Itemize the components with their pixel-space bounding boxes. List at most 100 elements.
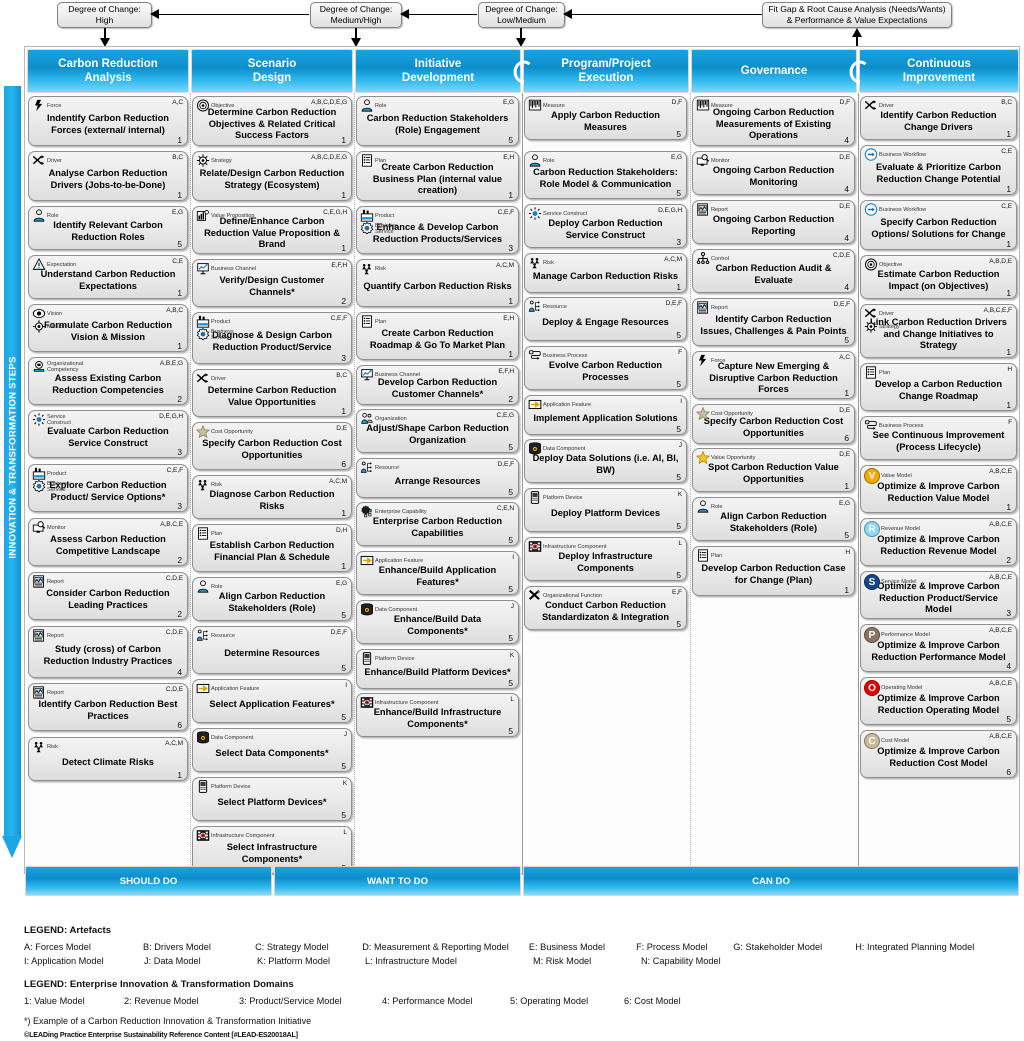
process-card[interactable]: Business Process F See Continuous Improvem… xyxy=(860,416,1017,460)
process-card[interactable]: Product Business Service C,E,F Enhance & De… xyxy=(356,206,519,254)
process-card[interactable]: Organization C,E,G Adjust/Shape Carbon Red… xyxy=(356,409,519,453)
process-card[interactable]: Data Component J Select Data Components* 5 xyxy=(192,728,352,772)
process-card[interactable]: Product Business Service C,E,F Explore Carb… xyxy=(28,464,188,512)
process-card[interactable]: V Value Model A,B,C,E Optimize & Improve Ca… xyxy=(860,465,1017,513)
process-card[interactable]: C Cost Model A,B,C,E Optimize & Improve Car… xyxy=(860,730,1017,778)
process-card[interactable]: Report C,D,E Consider Carbon Reduction Lea… xyxy=(28,572,188,620)
process-card[interactable]: Role E,G Align Carbon Reduction Stakeholde… xyxy=(192,577,352,621)
column-header-carbon-reduction-analysis[interactable]: Carbon Reduction Analysis xyxy=(27,49,189,93)
process-card[interactable]: Cost Opportunity D,E Specify Carbon Reduct… xyxy=(692,404,855,444)
column-header-initiative-development[interactable]: Initiative Development xyxy=(355,49,521,93)
process-card[interactable]: Service Construct D,E,G,H Evaluate Carbon … xyxy=(28,410,188,458)
column-separator-1 xyxy=(190,93,191,875)
process-card[interactable]: Force A,C Indentify Carbon Reduction Force… xyxy=(28,96,188,146)
process-card[interactable]: Enterprise Capability C,E,N Enterprise Car… xyxy=(356,502,519,546)
process-card[interactable]: Report D,E Ongoing Carbon Reduction Report… xyxy=(692,200,855,244)
process-card[interactable]: Measure D,F Ongoing Carbon Reduction Measu… xyxy=(692,96,855,146)
process-card[interactable]: Plan D,H Establish Carbon Reduction Financ… xyxy=(192,524,352,572)
process-card[interactable]: Business Workflow C,E Specify Carbon Reduc… xyxy=(860,200,1017,250)
process-card[interactable]: Control C,D,E Carbon Reduction Audit & Eva… xyxy=(692,249,855,293)
process-card[interactable]: Risk A,C,M Diagnose Carbon Reduction Risks… xyxy=(192,475,352,519)
process-card[interactable]: Plan H Develop a Carbon Reduction Change R… xyxy=(860,363,1017,411)
force-icon: Force xyxy=(696,354,725,367)
process-card[interactable]: Data Component J Enhance/Build Data Compon… xyxy=(356,600,519,644)
process-card[interactable]: Driver B,C Identify Carbon Reduction Chang… xyxy=(860,96,1017,140)
card-artefact-codes: E,F,H xyxy=(331,262,347,269)
process-card[interactable]: Platform Device K Deploy Platform Devices 5 xyxy=(524,488,687,532)
process-card[interactable]: Plan E,H Create Carbon Reduction Roadmap &… xyxy=(356,312,519,360)
process-card[interactable]: Data Component J Deploy Data Solutions (i.… xyxy=(524,439,687,483)
process-card[interactable]: Value Opportunity D,E Spot Carbon Reductio… xyxy=(692,448,855,492)
card-icon-group: Driver Strategy xyxy=(864,307,900,333)
process-card[interactable]: Business Channel E,F,H Develop Carbon Redu… xyxy=(356,365,519,405)
column-header-scenario-design[interactable]: Scenario Design xyxy=(191,49,353,93)
process-card[interactable]: P Performance Model A,B,C,E Optimize & Impr… xyxy=(860,624,1017,672)
process-card[interactable]: Monitor A,B,C,E Assess Carbon Reduction Co… xyxy=(28,518,188,566)
process-card[interactable]: S Service Model A,B,C,E Optimize & Improve … xyxy=(860,571,1017,619)
process-card[interactable]: Role E,G Identify Relevant Carbon Reductio… xyxy=(28,206,188,250)
process-card[interactable]: Report D,E,F Identify Carbon Reduction Iss… xyxy=(692,298,855,346)
process-card[interactable]: Cost Opportunity D,E Specify Carbon Reduct… xyxy=(192,422,352,470)
column-header-governance[interactable]: Governance xyxy=(691,49,857,93)
process-card[interactable]: Business Workflow C,E Evaluate & Prioritiz… xyxy=(860,145,1017,195)
process-card[interactable]: Platform Device K Enhance/Build Platform D… xyxy=(356,649,519,689)
risk-icon: Risk xyxy=(32,740,58,753)
process-card[interactable]: R Revenue Model A,B,C,E Optimize & Improve … xyxy=(860,518,1017,566)
process-card[interactable]: Driver B,C Determine Carbon Reduction Valu… xyxy=(192,369,352,417)
process-card[interactable]: Role E,G Align Carbon Reduction Stakeholde… xyxy=(692,497,855,541)
process-card[interactable]: Expectation C,E Understand Carbon Reductio… xyxy=(28,255,188,299)
process-card[interactable]: Application Feature I Enhance/Build Applic… xyxy=(356,551,519,595)
card-domain-number: 2 xyxy=(1006,555,1011,565)
process-card[interactable]: Vision Mission A,B,C Formulate Carbon Reduc… xyxy=(28,304,188,352)
process-card[interactable]: Report C,D,E Study (cross) of Carbon Reduc… xyxy=(28,626,188,678)
column-header-program-project-execution[interactable]: Program/Project Execution xyxy=(523,49,689,93)
process-card[interactable]: O Operating Model A,B,C,E Optimize & Improv… xyxy=(860,677,1017,725)
bottom-bar-want-to-do[interactable]: WANT TO DO xyxy=(274,866,521,896)
measure-icon: Measure xyxy=(696,99,733,112)
process-card[interactable]: Risk A,C,M Detect Climate Risks 1 xyxy=(28,737,188,781)
process-card[interactable]: Business Process F Evolve Carbon Reduction… xyxy=(524,346,687,390)
process-card[interactable]: Monitor D,E Ongoing Carbon Reduction Monit… xyxy=(692,151,855,195)
process-card[interactable]: Platform Device K Select Platform Devices*… xyxy=(192,777,352,821)
process-card[interactable]: Infrastructure Component L Deploy Infrastr… xyxy=(524,537,687,581)
process-card[interactable]: Role E,G Carbon Reduction Stakeholders (Ro… xyxy=(356,96,519,146)
process-card[interactable]: Driver B,C Analyse Carbon Reduction Driver… xyxy=(28,151,188,201)
process-card[interactable]: Resource D,E,F Arrange Resources 5 xyxy=(356,458,519,498)
process-card[interactable]: Resource D,E,F Determine Resources 5 xyxy=(192,626,352,674)
process-card[interactable]: Application Feature I Select Application F… xyxy=(192,679,352,723)
process-card[interactable]: Objective A,B,D,E Estimate Carbon Reductio… xyxy=(860,255,1017,299)
process-card[interactable]: Infrastructure Component L Enhance/Build I… xyxy=(356,693,519,737)
process-card[interactable]: Application Feature I Implement Applicatio… xyxy=(524,395,687,435)
process-card[interactable]: Risk A,C,M Quantify Carbon Reduction Risks… xyxy=(356,259,519,307)
process-card[interactable]: Value Proposition C,E,G,H Define/Enhance C… xyxy=(192,206,352,254)
bottom-bar-should-do[interactable]: SHOULD DO xyxy=(25,866,272,896)
process-card[interactable]: Product Business Service C,E,F Diagnose & D… xyxy=(192,312,352,364)
process-card[interactable]: Role E,G Carbon Reduction Stakeholders: Ro… xyxy=(524,151,687,199)
process-card[interactable]: Objective A,B,C,D,E,G Determine Carbon Red… xyxy=(192,96,352,146)
legend-entry: 3: Product/Service Model xyxy=(239,996,342,1006)
icon-type-label: Product xyxy=(211,318,231,325)
icon-type-label: Monitor xyxy=(47,524,66,531)
process-card[interactable]: Report C,D,E Identify Carbon Reduction Bes… xyxy=(28,683,188,731)
process-card[interactable]: Organizational Function E,F Conduct Carbon… xyxy=(524,586,687,630)
icon-type-label: Organizational Competency xyxy=(47,360,84,373)
process-card[interactable]: Strategy A,B,C,D,E,G Relate/Design Carbon … xyxy=(192,151,352,201)
o-model-icon: O Operating Model xyxy=(864,680,922,696)
bottom-bar-can-do[interactable]: CAN DO xyxy=(523,866,1019,896)
column-header-continuous-improvement[interactable]: Continuous Improvement xyxy=(859,49,1019,93)
process-card[interactable]: Plan H Develop Carbon Reduction Case for C… xyxy=(692,546,855,596)
card-domain-number: 1 xyxy=(508,190,513,200)
card-artefact-codes: A,B,C,E xyxy=(989,521,1012,528)
process-card[interactable]: Risk A,C,M Manage Carbon Reduction Risks 1 xyxy=(524,253,687,293)
process-card[interactable]: Driver Strategy A,B,C,E,F Link Carbon Reduc… xyxy=(860,304,1017,358)
legend-entry: F: Process Model xyxy=(636,942,708,952)
process-card[interactable]: Business Channel E,F,H Verify/Design Custo… xyxy=(192,259,352,307)
icon-type-label: Vision xyxy=(47,310,63,317)
process-card[interactable]: Resource D,E,F Deploy & Engage Resources 5 xyxy=(524,297,687,341)
process-card[interactable]: Force A,C Capture New Emerging & Disruptiv… xyxy=(692,351,855,399)
process-card[interactable]: Plan E,H Create Carbon Reduction Business … xyxy=(356,151,519,201)
process-card[interactable]: Organizational Competency A,B,E,G Assess E… xyxy=(28,357,188,405)
process-card[interactable]: Service Construct D,E,G,H Deploy Carbon Re… xyxy=(524,204,687,248)
business-workflow-icon: Business Workflow xyxy=(864,148,926,161)
process-card[interactable]: Measure D,F Apply Carbon Reduction Measure… xyxy=(524,96,687,140)
